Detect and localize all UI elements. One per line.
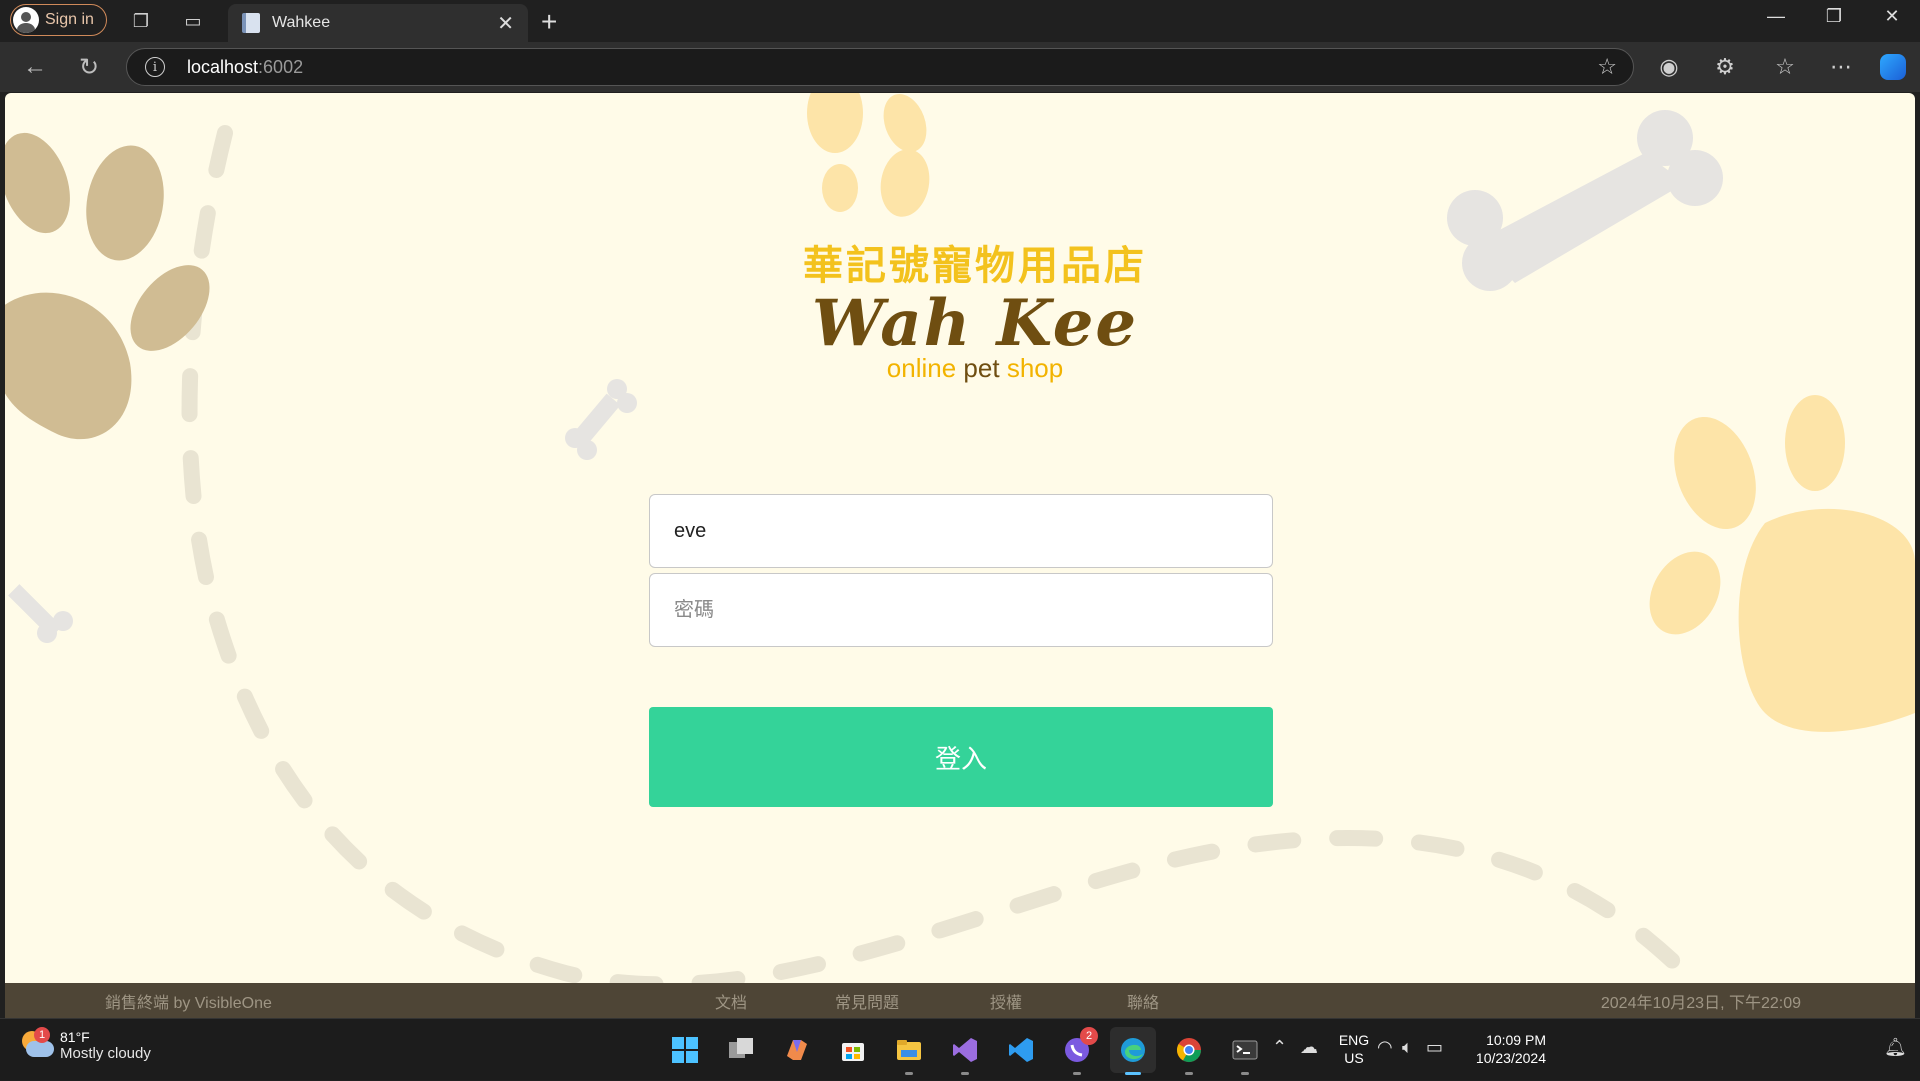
restore-button[interactable]: ❐	[1814, 6, 1854, 27]
vscode-app[interactable]	[998, 1027, 1044, 1073]
copilot-app[interactable]	[774, 1027, 820, 1073]
bone-small-center	[565, 379, 637, 460]
extensions-puzzle-icon[interactable]: ⚙	[1710, 52, 1740, 82]
visual-studio-app[interactable]	[942, 1027, 988, 1075]
volume-icon[interactable]: 🔈︎	[1402, 1037, 1413, 1058]
taskbar-apps: 2	[662, 1027, 1268, 1075]
profile-avatar-icon	[13, 7, 39, 33]
footer-link-docs[interactable]: 文档	[715, 989, 747, 1013]
logo-english-name: Wah Kee	[811, 286, 1139, 361]
signin-label: Sign in	[45, 11, 94, 28]
username-input[interactable]	[649, 494, 1273, 568]
chrome-icon	[1176, 1038, 1201, 1063]
address-bar[interactable]: i localhost:6002 ☆	[126, 48, 1634, 86]
extension-glasses-icon[interactable]: ◉	[1654, 52, 1684, 82]
back-icon[interactable]: ←	[20, 52, 50, 82]
more-menu-icon[interactable]: ⋯	[1826, 52, 1856, 82]
terminal-icon	[1232, 1040, 1258, 1060]
password-input[interactable]	[649, 573, 1273, 647]
vertical-tabs-icon[interactable]: ▭	[180, 8, 206, 34]
logo-subtitle-pet: pet	[963, 353, 1000, 383]
footer-link-license[interactable]: 授權	[990, 989, 1022, 1013]
favorite-star-icon[interactable]: ☆	[1597, 54, 1617, 80]
minimize-button[interactable]: —	[1756, 6, 1796, 27]
store-icon	[842, 1043, 864, 1061]
windows-taskbar: 1 81°F Mostly cloudy 2 ⌃ ☁ ENG US ◠ 🔈︎ ▭…	[0, 1018, 1920, 1080]
close-tab-icon[interactable]: ✕	[497, 11, 514, 36]
edge-icon	[1121, 1038, 1145, 1062]
store-app[interactable]	[830, 1027, 876, 1073]
weather-condition: Mostly cloudy	[60, 1045, 151, 1062]
tab-title: Wahkee	[272, 14, 331, 31]
vscode-icon	[1009, 1038, 1033, 1062]
chrome-app[interactable]	[1166, 1027, 1212, 1075]
weather-widget[interactable]: 1 81°F Mostly cloudy	[20, 1027, 151, 1063]
bone-top-right	[1447, 110, 1723, 291]
edge-app[interactable]	[1110, 1027, 1156, 1075]
logo-subtitle-shop: shop	[1006, 353, 1064, 383]
site-info-icon[interactable]: i	[145, 57, 165, 77]
notifications-bell-icon[interactable]: 🔔︎	[1884, 1037, 1907, 1058]
profile-signin-button[interactable]: Sign in	[10, 4, 107, 36]
viber-badge: 2	[1080, 1027, 1098, 1045]
page-footer: 銷售終端 by VisibleOne 文档 常見問題 授權 聯絡 2024年10…	[5, 983, 1915, 1018]
bone-bottom-left	[8, 584, 73, 643]
show-hidden-icons-chevron-icon[interactable]: ⌃	[1272, 1037, 1287, 1058]
clock-date: 10/23/2024	[1475, 1050, 1546, 1066]
logo-subtitle-online: online	[886, 353, 957, 383]
page-favicon-icon	[242, 13, 260, 33]
login-button[interactable]: 登入	[649, 707, 1273, 807]
windows-logo-icon	[672, 1037, 698, 1063]
footer-brand: 銷售終端 by VisibleOne	[105, 994, 272, 1012]
clock-time: 10:09 PM	[1486, 1032, 1546, 1048]
paw-print-right	[1649, 395, 1915, 732]
onedrive-icon[interactable]: ☁	[1300, 1037, 1318, 1058]
footer-link-faq[interactable]: 常見問題	[835, 989, 899, 1013]
footer-datetime: 2024年10月23日, 下午22:09	[1600, 994, 1801, 1012]
lang-line1: ENG	[1338, 1032, 1370, 1048]
viber-app[interactable]: 2	[1054, 1027, 1100, 1075]
weather-temperature: 81°F	[60, 1029, 90, 1045]
weather-badge: 1	[34, 1027, 50, 1043]
input-language-indicator[interactable]: ENG US	[1337, 1031, 1371, 1067]
copilot-app-icon	[787, 1040, 807, 1060]
file-explorer-app[interactable]	[886, 1027, 932, 1075]
paw-print-top	[807, 93, 930, 217]
workspaces-icon[interactable]: ❐	[128, 8, 154, 34]
new-tab-button[interactable]: +	[541, 6, 557, 38]
store-logo: 華記號寵物用品店 Wah Kee online pet shop	[785, 233, 1165, 384]
url-host: localhost	[187, 56, 259, 77]
visual-studio-icon	[953, 1038, 977, 1062]
terminal-app[interactable]	[1222, 1027, 1268, 1075]
logo-chinese-name: 華記號寵物用品店	[803, 243, 1147, 289]
browser-tab-bar: Sign in ❐ ▭ Wahkee ✕ + — ❐ ✕	[0, 0, 1920, 42]
lang-line2: US	[1344, 1050, 1364, 1066]
battery-icon[interactable]: ▭	[1426, 1037, 1443, 1058]
browser-toolbar: ← ↻ i localhost:6002 ☆ ◉ ⚙ ☆ ⋯	[0, 42, 1920, 92]
clock[interactable]: 10:09 PM 10/23/2024	[1456, 1031, 1546, 1067]
wifi-icon[interactable]: ◠	[1377, 1037, 1393, 1058]
reload-icon[interactable]: ↻	[74, 52, 104, 82]
start-button[interactable]	[662, 1027, 708, 1073]
folder-icon	[897, 1040, 921, 1060]
tab-wahkee[interactable]: Wahkee ✕	[228, 4, 528, 42]
footer-link-contact[interactable]: 聯絡	[1127, 989, 1159, 1013]
page-viewport: 華記號寵物用品店 Wah Kee online pet shop 登入 銷售終端…	[5, 93, 1915, 1018]
favorites-icon[interactable]: ☆	[1770, 52, 1800, 82]
copilot-icon[interactable]	[1880, 54, 1906, 80]
task-view-icon	[729, 1038, 753, 1058]
url-port: :6002	[258, 56, 304, 77]
weather-cloudy-icon: 1	[20, 1027, 54, 1061]
close-window-button[interactable]: ✕	[1872, 6, 1912, 27]
task-view-button[interactable]	[718, 1027, 764, 1073]
